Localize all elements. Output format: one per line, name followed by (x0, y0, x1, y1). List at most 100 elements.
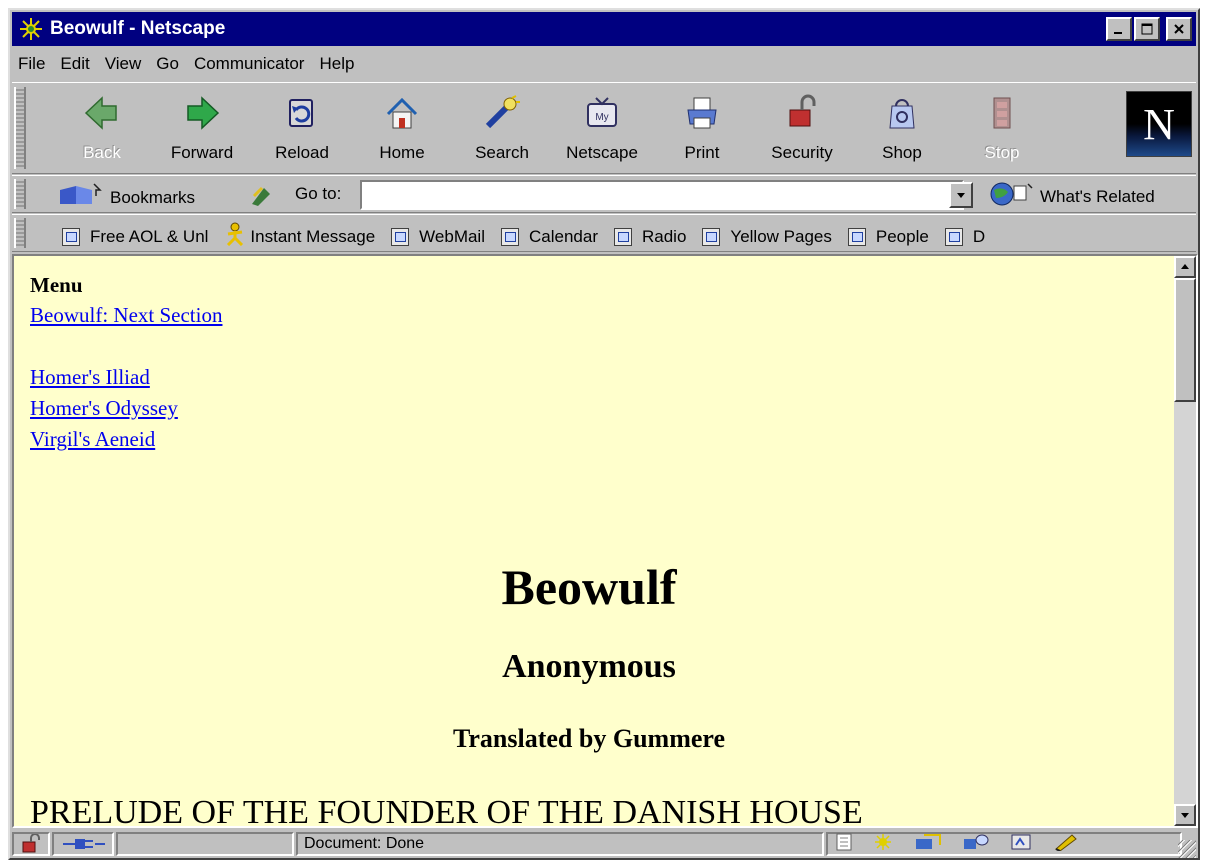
globe-icon (988, 180, 1034, 213)
bookmark-page-icon (847, 227, 866, 246)
security-lock-icon (22, 834, 40, 853)
scroll-thumb[interactable] (1174, 278, 1196, 402)
discussion-icon[interactable] (962, 833, 990, 856)
home-icon (380, 93, 424, 133)
bookmark-page-icon (944, 227, 963, 246)
mail-icon[interactable] (914, 833, 942, 856)
goto-label: Go to: (295, 184, 342, 203)
close-button[interactable] (1166, 17, 1192, 41)
toolbar-grip[interactable] (14, 87, 26, 169)
progress-bar (116, 832, 294, 856)
bookmark-page-icon (614, 227, 632, 246)
stop-icon (980, 93, 1024, 133)
page-author: Anonymous (502, 648, 676, 685)
search-icon (480, 93, 524, 133)
shop-icon (880, 93, 924, 133)
personal-item-webmail[interactable]: WebMail (391, 222, 485, 251)
netscape-icon: My (580, 93, 624, 133)
vertical-scrollbar[interactable] (1174, 256, 1196, 826)
menu-communicator[interactable]: Communicator (194, 54, 305, 74)
maximize-button[interactable] (1134, 17, 1160, 41)
personal-item-d[interactable]: D (944, 222, 985, 251)
print-button[interactable]: Print (652, 85, 752, 171)
reload-button[interactable]: Reload (252, 85, 352, 171)
doc-info-icon[interactable] (836, 833, 852, 856)
window-title: Beowulf - Netscape (50, 18, 226, 39)
page-translator: Translated by Gummere (452, 724, 726, 753)
toolbar-grip[interactable] (14, 218, 26, 248)
window-controls (1106, 17, 1192, 41)
instant-message-icon (224, 222, 246, 251)
page-content[interactable]: Menu Beowulf: Next Section Homer's Illia… (12, 254, 1198, 828)
netscape-button[interactable]: My Netscape (552, 85, 652, 171)
netscape-app-icon[interactable] (18, 16, 44, 42)
minimize-button[interactable] (1106, 17, 1132, 41)
security-button[interactable]: Security (752, 85, 852, 171)
resize-grip[interactable] (1178, 840, 1196, 858)
composer-icon[interactable] (1010, 833, 1032, 856)
bookmarks-label: Bookmarks (110, 187, 196, 207)
link-virgils-aeneid[interactable]: Virgil's Aeneid (30, 424, 1156, 455)
personal-toolbar: Free AOL & Unl Instant Message WebMail C… (12, 214, 1196, 252)
pen-icon[interactable] (1052, 833, 1078, 856)
component-bar (826, 832, 1182, 856)
menu-heading: Menu (30, 273, 83, 297)
menu-file[interactable]: File (18, 54, 45, 74)
bookmark-page-icon (62, 227, 80, 246)
navigation-toolbar: Back Forward Reload Home Search My Netsc… (12, 82, 1196, 174)
personal-item-yellow-pages[interactable]: Yellow Pages (702, 222, 832, 251)
section-heading: PRELUDE OF THE FOUNDER OF THE DANISH HOU… (30, 794, 863, 828)
chevron-up-icon (1181, 264, 1189, 269)
url-dropdown-button[interactable] (949, 182, 973, 208)
menu-view[interactable]: View (105, 54, 142, 74)
back-button[interactable]: Back (52, 85, 152, 171)
scroll-up-button[interactable] (1174, 256, 1196, 278)
personal-item-calendar[interactable]: Calendar (501, 222, 598, 251)
menu-help[interactable]: Help (319, 54, 354, 74)
bookmarks-button[interactable]: Bookmarks (58, 182, 195, 213)
home-button[interactable]: Home (352, 85, 452, 171)
location-toolbar: Bookmarks Go to: What's Related (12, 175, 1196, 213)
security-lock-icon (780, 93, 824, 133)
whats-related-label: What's Related (1040, 186, 1155, 206)
netscape-logo-letter: N (1143, 99, 1175, 149)
personal-item-instant-message[interactable]: Instant Message (224, 222, 375, 251)
personal-item-free-aol[interactable]: Free AOL & Unl (62, 222, 208, 251)
menu-go[interactable]: Go (156, 54, 179, 74)
connection-plug-icon (63, 839, 105, 849)
shop-button[interactable]: Shop (852, 85, 952, 171)
svg-text:My: My (595, 112, 608, 123)
stop-button[interactable]: Stop (952, 85, 1052, 171)
close-icon (1174, 24, 1184, 34)
bookmark-page-icon (391, 227, 410, 246)
search-button[interactable]: Search (452, 85, 552, 171)
maximize-icon (1141, 23, 1153, 35)
navigator-icon[interactable] (872, 833, 894, 856)
bookmark-page-icon (702, 227, 721, 246)
minimize-icon (1114, 32, 1122, 34)
location-icon[interactable] (248, 184, 274, 213)
print-icon (680, 93, 724, 133)
security-status[interactable] (12, 832, 50, 856)
connection-status[interactable] (52, 832, 114, 856)
personal-item-people[interactable]: People (847, 222, 929, 251)
url-input[interactable] (360, 180, 964, 210)
bookmark-page-icon (501, 227, 519, 246)
netscape-logo[interactable]: N (1126, 91, 1192, 157)
menu-bar: File Edit View Go Communicator Help (12, 48, 1196, 80)
title-bar[interactable]: Beowulf - Netscape (12, 12, 1196, 46)
link-homers-illiad[interactable]: Homer's Illiad (30, 362, 1156, 393)
link-homers-odyssey[interactable]: Homer's Odyssey (30, 393, 1156, 424)
chevron-down-icon (1181, 813, 1189, 818)
whats-related-button[interactable]: What's Related (988, 180, 1155, 213)
bookmarks-icon (58, 182, 102, 213)
forward-arrow-icon (180, 93, 224, 133)
scroll-down-button[interactable] (1174, 804, 1196, 826)
toolbar-grip[interactable] (14, 179, 26, 209)
status-bar: Document: Done (12, 830, 1196, 858)
menu-edit[interactable]: Edit (60, 54, 89, 74)
browser-window: Beowulf - Netscape File Edit View Go Com… (8, 8, 1200, 860)
link-next-section[interactable]: Beowulf: Next Section (30, 300, 1156, 331)
personal-item-radio[interactable]: Radio (614, 222, 686, 251)
forward-button[interactable]: Forward (152, 85, 252, 171)
